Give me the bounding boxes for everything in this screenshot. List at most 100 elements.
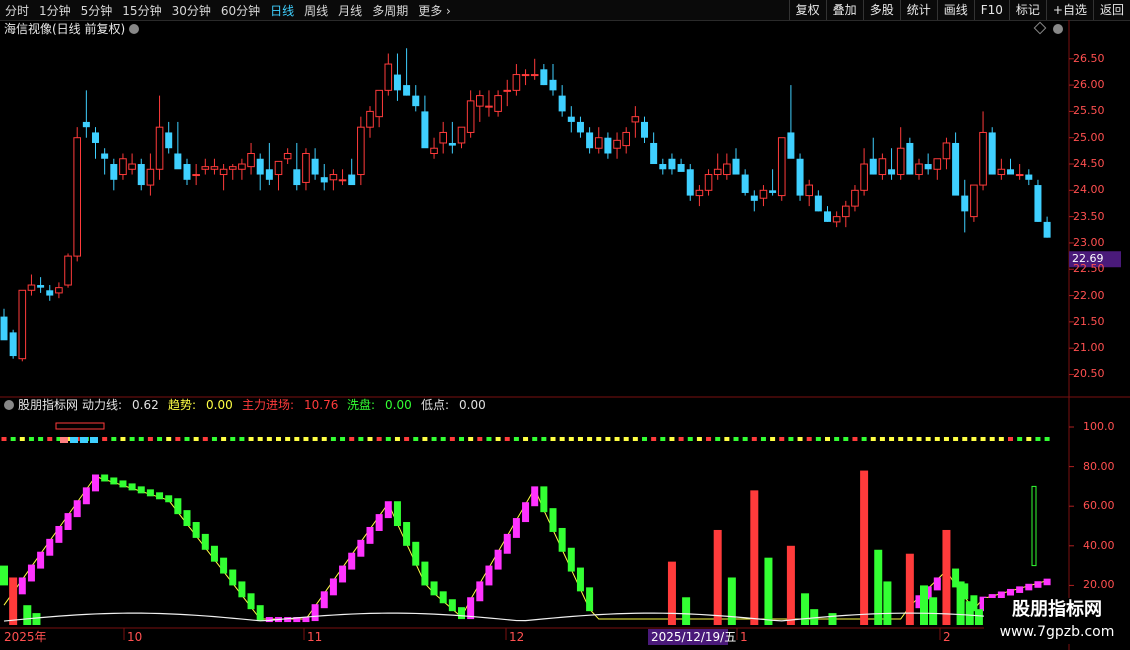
momentum-block — [339, 565, 347, 583]
signal-dash — [449, 437, 455, 441]
candle-body — [494, 95, 502, 112]
signal-dash — [770, 437, 776, 441]
candle-body — [576, 121, 584, 133]
indicator-label-3: 洗盘: — [347, 398, 376, 412]
wash-bar — [32, 613, 41, 625]
momentum-block — [567, 547, 575, 572]
signal-dash — [157, 437, 163, 441]
candle-body — [961, 195, 969, 212]
date-month-label: 10 — [127, 630, 143, 644]
candle-body — [521, 74, 530, 77]
candle-body — [439, 131, 447, 144]
candle-body — [265, 169, 273, 180]
signal-dash — [577, 437, 583, 441]
candle-body — [924, 164, 932, 170]
candle-body — [824, 211, 831, 222]
momentum-block — [485, 565, 493, 586]
signal-dash — [642, 437, 647, 441]
candle-body — [174, 153, 182, 170]
wash-bar — [920, 585, 928, 625]
candle-body — [302, 152, 310, 183]
main-force-bar — [942, 529, 951, 625]
signal-dash — [330, 437, 336, 441]
signal-dash — [742, 437, 748, 441]
signal-dash — [431, 437, 437, 441]
date-month-label: 12 — [509, 630, 525, 644]
signal-dash — [879, 437, 885, 441]
candle-body — [476, 95, 484, 107]
candle-body — [338, 179, 347, 182]
momentum-block — [82, 487, 90, 505]
signal-dash — [696, 437, 702, 441]
momentum-block — [549, 508, 557, 532]
candle-body — [110, 164, 118, 180]
candle-body — [466, 100, 475, 133]
signal-dash — [916, 437, 922, 441]
signal-dash — [303, 437, 309, 441]
momentum-block — [503, 533, 511, 554]
signal-dash — [998, 437, 1004, 441]
momentum-block — [110, 477, 118, 485]
signal-dash — [943, 437, 949, 441]
wash-bar — [23, 605, 32, 625]
price-tick-label: 20.50 — [1073, 367, 1105, 381]
signal-dash — [340, 437, 346, 441]
signal-dash — [1008, 437, 1013, 441]
momentum-block — [229, 569, 237, 586]
kline-chart[interactable] — [0, 0, 1130, 650]
momentum-block — [220, 557, 228, 574]
momentum-block — [284, 617, 292, 623]
momentum-block — [357, 539, 365, 557]
momentum-block — [210, 545, 218, 562]
signal-dash — [312, 437, 318, 441]
candle-body — [165, 132, 173, 149]
signal-dash — [1044, 437, 1050, 441]
candle-body — [851, 189, 859, 207]
main-title: 海信视像(日线 前复权) — [4, 22, 126, 36]
signal-dash — [660, 437, 666, 441]
momentum-block — [430, 581, 438, 596]
signal-dash — [632, 437, 638, 441]
candle-body — [796, 158, 804, 196]
signal-dash — [733, 437, 739, 441]
signal-dash — [47, 437, 53, 441]
signal-dash — [358, 437, 364, 441]
indicator-label-4: 低点: — [421, 398, 450, 412]
candle-body — [1007, 169, 1014, 175]
signal-dash — [797, 437, 803, 441]
momentum-block — [119, 480, 127, 488]
candle-body — [146, 168, 155, 186]
candle-body — [0, 316, 8, 341]
signal-dash — [239, 437, 245, 441]
signal-dash — [614, 437, 620, 441]
candle-body — [832, 216, 841, 223]
signal-dash — [1035, 437, 1041, 441]
candle-body — [869, 158, 877, 175]
candle-body — [723, 163, 731, 176]
signal-dash — [669, 437, 675, 441]
candle-body — [228, 166, 237, 170]
momentum-block — [256, 605, 264, 622]
signal-block — [70, 437, 78, 443]
candle-body — [18, 289, 27, 360]
momentum-block — [393, 501, 401, 527]
candle-body — [210, 166, 219, 170]
signal-dash — [477, 437, 483, 441]
momentum-block — [329, 578, 337, 596]
candle-body — [896, 147, 905, 176]
indicator-value-0: 0.62 — [132, 398, 159, 412]
date-year-label: 2025年 — [4, 630, 47, 644]
price-tick-label: 21.50 — [1073, 314, 1105, 328]
signal-dash — [211, 437, 217, 441]
signal-dash — [989, 437, 995, 441]
indicator-name: 股朋指标网 — [18, 398, 79, 412]
price-tick-label: 24.00 — [1073, 183, 1105, 197]
candle-body — [622, 131, 631, 147]
candle-body — [503, 89, 512, 92]
price-tick-label: 26.50 — [1073, 51, 1105, 65]
signal-block — [90, 437, 98, 443]
main-force-bar — [667, 561, 676, 625]
momentum-block — [265, 617, 273, 623]
signal-dash — [825, 437, 830, 441]
signal-dash — [230, 437, 236, 441]
